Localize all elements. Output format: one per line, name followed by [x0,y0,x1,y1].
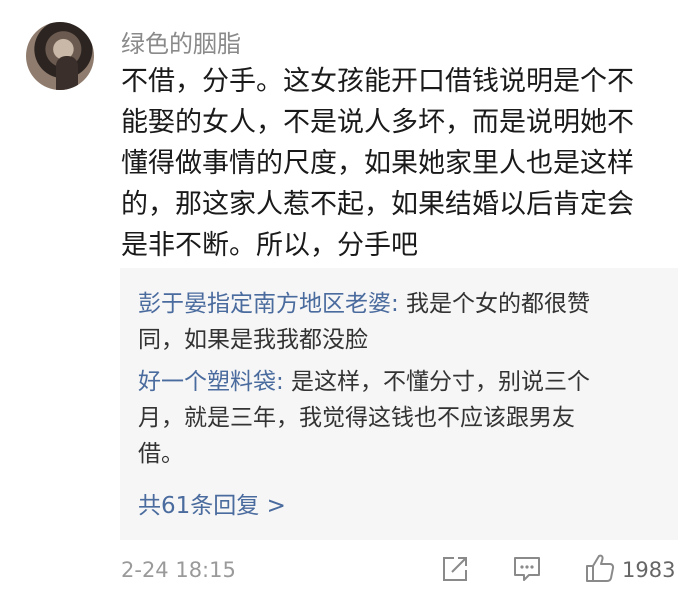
like-button[interactable] [584,552,615,582]
reply-text: 我是个女的都很赞 [398,291,591,317]
reply-line: 彭于晏指定南方地区老婆: 我是个女的都很赞 [138,286,663,322]
comment-text-line: 不借，分手。这女孩能开口借钱说明是个不 [121,66,634,97]
reply-line: 同，如果是我我都没脸 [138,327,368,353]
comment-text-line: 能娶的女人，不是说人多坏，而是说明她不 [121,107,634,138]
share-icon [443,557,467,581]
reply-item[interactable]: 好一个塑料袋: 是这样，不懂分寸，别说三个 月，就是三年，我觉得这钱也不应该跟男… [138,364,663,472]
reply-author[interactable]: 好一个塑料袋 [138,369,276,395]
reply-line: 借。 [138,441,184,467]
comment-text-line: 的，那这家人惹不起，如果结婚以后肯定会 [121,189,634,220]
comment-footer: 2-24 18:15 1983 [0,554,700,588]
avatar[interactable] [26,22,94,90]
like-count: 1983 [622,558,676,582]
comment-timestamp: 2-24 18:15 [121,558,236,582]
reply-author[interactable]: 彭于晏指定南方地区老婆 [138,291,391,317]
comment-content: 不借，分手。这女孩能开口借钱说明是个不 能娶的女人，不是说人多坏，而是说明她不 … [121,61,691,266]
reply-line: 好一个塑料袋: 是这样，不懂分寸，别说三个 [138,364,663,400]
comment-username[interactable]: 绿色的胭脂 [121,24,241,59]
comment-text-line: 是非不断。所以，分手吧 [121,230,418,261]
comment-text-line: 懂得做事情的尺度，如果她家里人也是这样 [121,148,634,179]
share-button[interactable] [440,554,470,584]
more-replies-link[interactable]: 共61条回复 > [138,486,286,520]
replies-box[interactable]: 彭于晏指定南方地区老婆: 我是个女的都很赞 同，如果是我我都没脸 好一个塑料袋:… [120,268,678,540]
reply-line: 月，就是三年，我觉得这钱也不应该跟男友 [138,405,575,431]
reply-separator: : [276,369,284,395]
comment-button[interactable] [512,554,542,584]
comment-icon [514,557,540,581]
reply-separator: : [391,291,399,317]
reply-text: 是这样，不懂分寸，别说三个 [283,369,591,395]
reply-item[interactable]: 彭于晏指定南方地区老婆: 我是个女的都很赞 同，如果是我我都没脸 [138,286,663,358]
thumbs-up-icon [586,554,615,582]
